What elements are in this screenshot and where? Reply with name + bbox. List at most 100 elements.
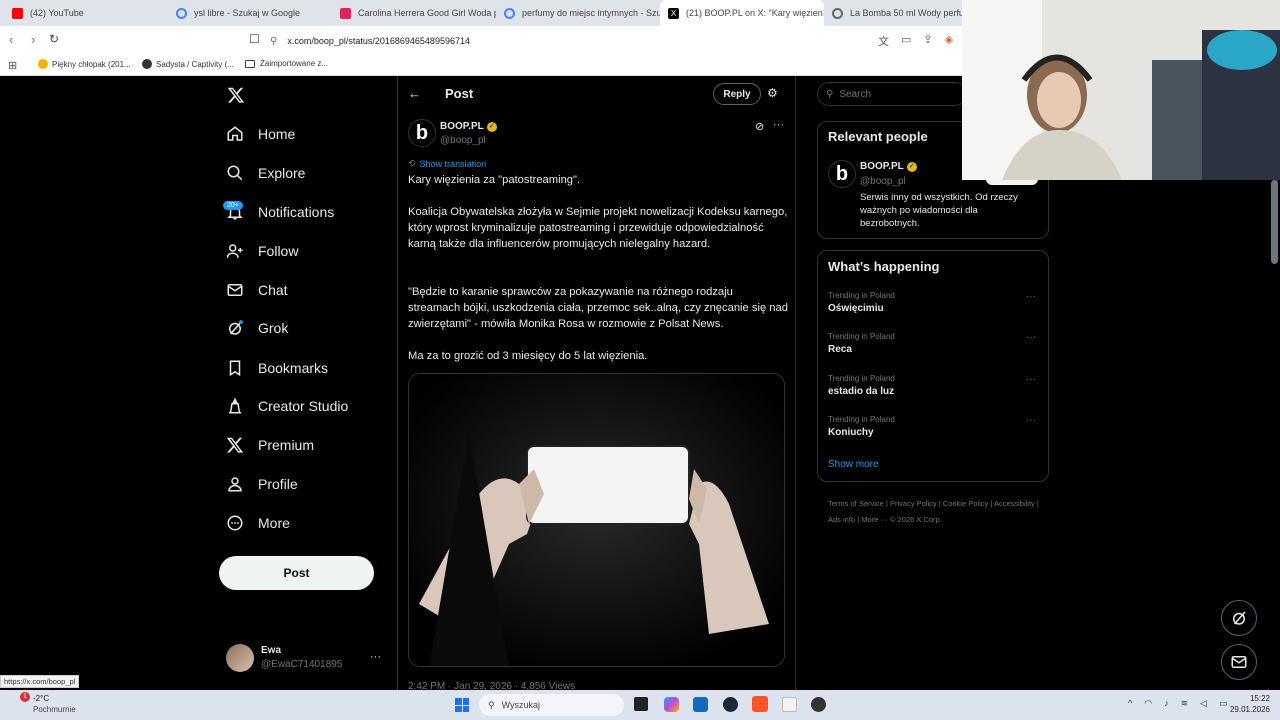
trend-menu-icon[interactable]: ··· — [1026, 374, 1036, 385]
bookmark-favicon-icon — [38, 59, 48, 69]
trend-item[interactable]: Trending in Poland Reca — [828, 332, 895, 355]
taskbar-search[interactable]: ⚲ Wyszukaj — [479, 694, 624, 716]
forward-icon[interactable]: › — [31, 32, 35, 47]
tab-google-perfumy[interactable]: perfumy do miejsc intymnych - Szuk — [496, 0, 660, 26]
weather-temp[interactable]: -2°C — [33, 694, 49, 703]
footer-link[interactable]: Cookie Policy — [943, 499, 988, 508]
show-more-link[interactable]: Show more — [828, 459, 879, 470]
home-icon — [227, 126, 243, 141]
account-menu-icon[interactable]: ··· — [370, 651, 381, 663]
avatar[interactable] — [226, 644, 254, 672]
search-input[interactable]: ⚲ Search — [817, 82, 967, 106]
tab-carolina[interactable]: Carolina Herrera Good Girl Woda pe — [332, 0, 496, 26]
task-view-icon[interactable] — [634, 697, 648, 711]
tab-boop-x[interactable]: X(21) BOOP.PL on X: "Kary więzien× — [660, 0, 824, 26]
account-handle: @EwaC71401895 — [261, 659, 343, 670]
post-paragraph: Ma za to grozić od 3 miesięcy do 5 lat w… — [408, 350, 648, 362]
share-icon[interactable]: ⇪ — [923, 33, 932, 49]
cast-icon[interactable]: ▭ — [901, 33, 911, 49]
reload-icon[interactable]: ↻ — [49, 32, 59, 46]
clock-time[interactable]: 15:22 — [1236, 694, 1270, 703]
grok-explain-icon[interactable]: ⊘ — [755, 120, 764, 133]
translate-icon: ⟲ — [408, 158, 416, 168]
apps-grid-icon[interactable]: ⊞ — [8, 59, 17, 72]
grok-floating-button[interactable] — [1221, 600, 1257, 636]
page-scrollbar[interactable] — [1271, 180, 1278, 264]
post-image[interactable] — [408, 373, 785, 667]
globe-icon — [142, 59, 152, 69]
brave-shield-icon[interactable]: ◈ — [945, 33, 953, 49]
author-name-row[interactable]: BOOP.PL ✓ — [440, 121, 497, 132]
sidebar-item-more[interactable]: More — [226, 509, 290, 537]
weather-desc: Pochmurnie — [33, 705, 76, 714]
post-button[interactable]: Post — [219, 556, 374, 590]
x-logo-icon: X — [668, 7, 679, 19]
messages-floating-button[interactable] — [1221, 644, 1257, 680]
translate-icon[interactable]: 文 — [878, 33, 889, 49]
volume-icon[interactable]: ◁ — [1200, 698, 1207, 709]
person-avatar[interactable]: b — [828, 160, 856, 188]
sidebar-item-profile[interactable]: Profile — [226, 470, 298, 498]
sidebar-item-creator-studio[interactable]: Creator Studio — [226, 392, 348, 420]
mail-icon — [227, 284, 243, 296]
settings-sliders-icon[interactable]: ⚙ — [767, 86, 778, 100]
grok-icon — [229, 320, 243, 335]
trend-item[interactable]: Trending in Poland Koniuchy — [828, 415, 895, 438]
x-premium-icon — [226, 437, 244, 453]
back-icon[interactable]: ‹ — [9, 32, 13, 47]
show-translation-link[interactable]: ⟲ Show translation — [408, 158, 486, 169]
network-icon[interactable]: ◠ — [1144, 698, 1152, 709]
trend-item[interactable]: Trending in Poland Oświęcimiu — [828, 291, 895, 314]
more-circle-icon — [227, 515, 243, 531]
trend-menu-icon[interactable]: ··· — [1026, 332, 1036, 343]
wifi-icon[interactable]: ≋ — [1181, 698, 1189, 709]
bookmark-item[interactable]: Sadysta / Captivity (... — [142, 59, 234, 69]
reply-button[interactable]: Reply — [713, 83, 761, 105]
taskbar: 1 -2°C Pochmurnie ⚲ Wyszukaj ^ ◠ ♪ ≋ ◁ ▭… — [0, 690, 1280, 720]
steam-icon[interactable] — [723, 697, 738, 712]
notification-badge: 20+ — [223, 201, 243, 210]
creator-studio-icon — [229, 397, 241, 414]
back-arrow-icon[interactable]: ← — [408, 86, 421, 101]
trend-menu-icon[interactable]: ··· — [1026, 291, 1036, 302]
tray-chevron-icon[interactable]: ^ — [1128, 698, 1132, 709]
footer-link[interactable]: Ads info — [828, 515, 855, 524]
windows-start-icon[interactable] — [455, 698, 469, 712]
brave-icon[interactable] — [752, 696, 768, 712]
site-info-icon[interactable]: ⚲ — [270, 36, 277, 47]
clock-date[interactable]: 29.01.2026 — [1222, 705, 1270, 714]
footer-link[interactable]: Terms of Service — [828, 499, 884, 508]
sidebar-item-home[interactable]: Home — [226, 120, 295, 148]
app-icon[interactable] — [811, 697, 826, 712]
microphone-icon[interactable]: ♪ — [1164, 698, 1169, 709]
sidebar-item-grok[interactable]: Grok — [226, 314, 288, 342]
person-name-row[interactable]: BOOP.PL ✓ — [860, 161, 917, 172]
folder-icon — [245, 59, 255, 68]
bookmark-item[interactable]: Piękny chłopak (201... — [38, 59, 131, 69]
sidebar-item-bookmarks[interactable]: Bookmarks — [226, 354, 328, 382]
tab-google-ysl[interactable]: ysl libre - Szukaj w Google — [168, 0, 332, 26]
x-logo-icon[interactable] — [227, 86, 245, 104]
post-menu-icon[interactable]: ··· — [773, 119, 784, 131]
copilot-icon[interactable] — [664, 697, 679, 712]
sidebar-item-chat[interactable]: Chat — [226, 276, 288, 304]
author-avatar[interactable]: b — [408, 119, 436, 147]
bookmark-star-icon[interactable]: ☐ — [249, 32, 260, 46]
footer-link[interactable]: Privacy Policy — [890, 499, 937, 508]
file-explorer-icon[interactable] — [782, 697, 797, 712]
webcam-video — [962, 0, 1280, 180]
trend-item[interactable]: Trending in Poland estadio da luz — [828, 374, 895, 397]
sidebar-item-follow[interactable]: Follow — [226, 237, 298, 265]
url-field[interactable]: ⚲ x.com/boop_pl/status/20168694654895967… — [270, 32, 970, 50]
sidebar-item-explore[interactable]: Explore — [226, 159, 305, 187]
mail-icon — [1231, 656, 1247, 668]
person-handle: @boop_pl — [860, 176, 906, 187]
footer-link[interactable]: Accessibility — [994, 499, 1035, 508]
copyright: © 2026 X Corp. — [890, 515, 942, 524]
bookmark-folder[interactable]: Zaimportowane z... — [245, 59, 328, 68]
sidebar-item-premium[interactable]: Premium — [226, 431, 314, 459]
tab-youtube[interactable]: (42) YouTube — [4, 0, 168, 26]
footer-link[interactable]: More ··· — [861, 515, 888, 524]
trend-menu-icon[interactable]: ··· — [1026, 415, 1036, 426]
store-icon[interactable] — [693, 697, 708, 712]
